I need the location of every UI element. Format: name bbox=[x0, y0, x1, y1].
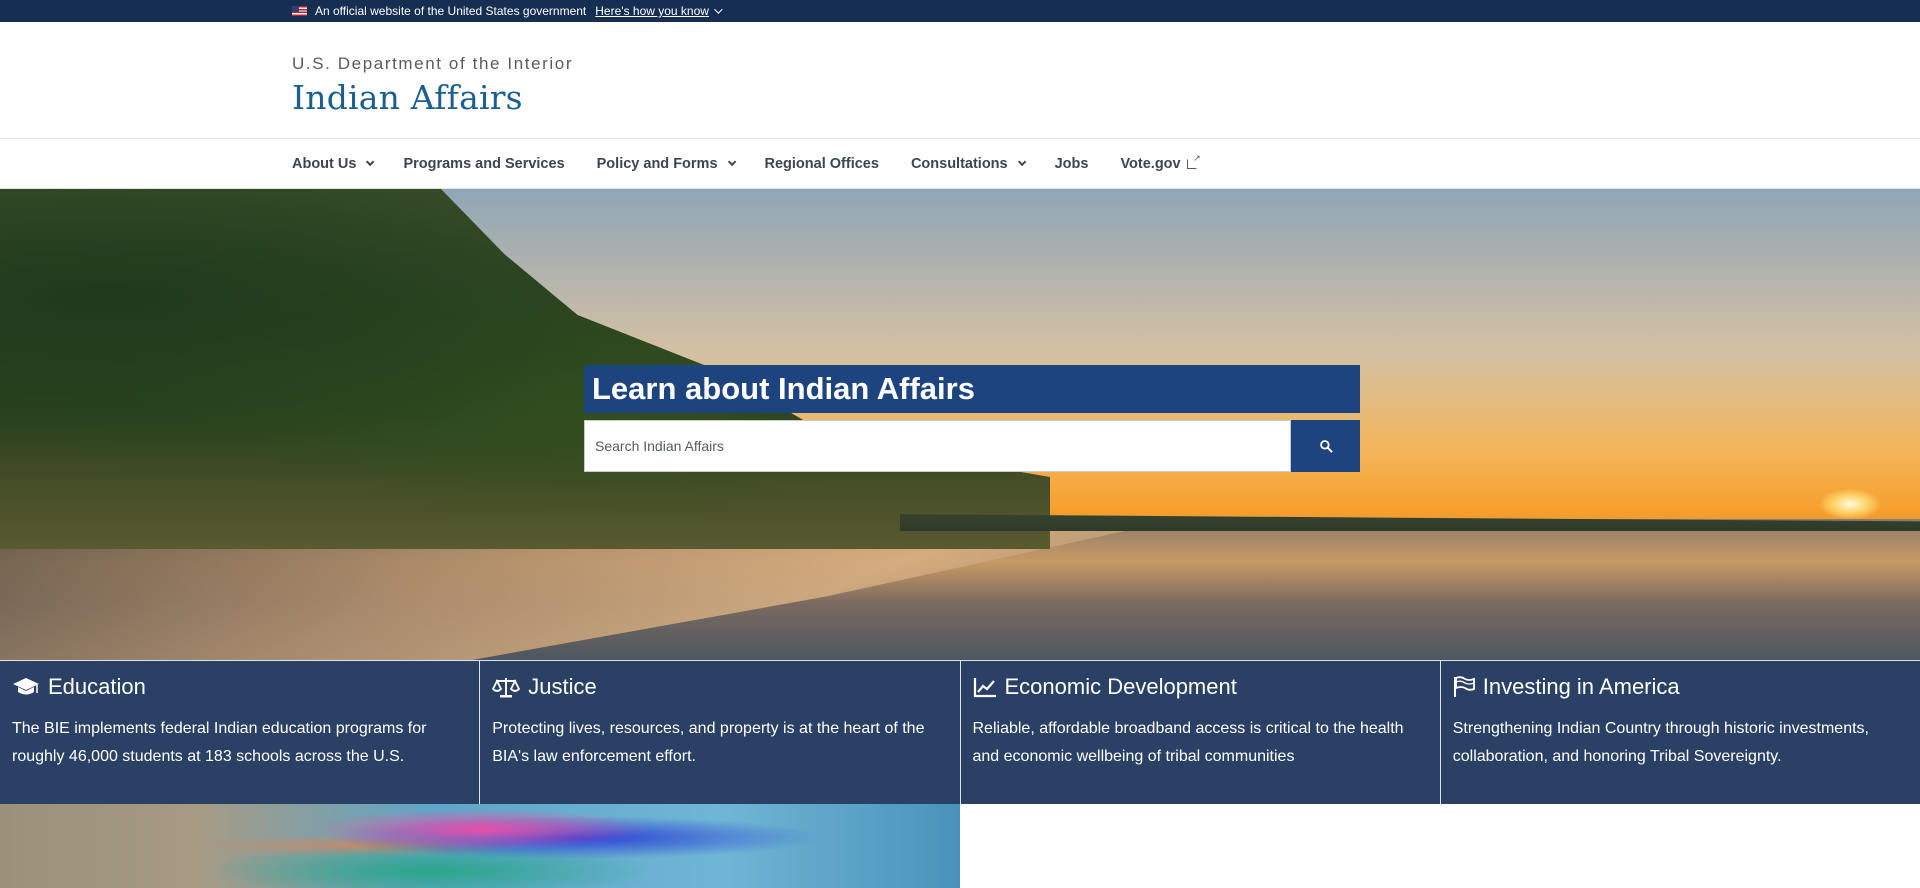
card-investing-in-america[interactable]: Investing in America Strengthening India… bbox=[1440, 660, 1920, 804]
card-heading: Justice bbox=[492, 671, 947, 703]
heres-how-you-know-label: Here's how you know bbox=[595, 4, 709, 18]
card-education[interactable]: Education The BIE implements federal Ind… bbox=[0, 660, 481, 804]
nav-item-label: Consultations bbox=[910, 155, 1008, 172]
gov-banner: An official website of the United States… bbox=[0, 0, 1920, 22]
hero-search: Learn about Indian Affairs bbox=[584, 365, 1360, 472]
balance-scale-icon bbox=[492, 676, 521, 698]
card-title: Economic Development bbox=[1004, 674, 1237, 699]
nav-item-label: Vote.gov bbox=[1120, 155, 1181, 172]
hero-sun bbox=[1820, 489, 1880, 519]
search-input[interactable] bbox=[584, 420, 1291, 472]
featured-image[interactable] bbox=[0, 804, 960, 888]
featured-content-area bbox=[960, 804, 1920, 888]
chevron-down-icon bbox=[714, 5, 723, 14]
us-flag-icon bbox=[292, 6, 307, 16]
nav-item-label: Programs and Services bbox=[403, 155, 565, 172]
nav-item-label: About Us bbox=[292, 155, 357, 172]
hero-banner: Learn about Indian Affairs bbox=[0, 189, 1920, 660]
card-heading: Economic Development bbox=[973, 671, 1428, 703]
nav-item-policy-and-forms[interactable]: Policy and Forms bbox=[596, 155, 736, 172]
heres-how-you-know-link[interactable]: Here's how you know bbox=[595, 4, 723, 18]
nav-item-label: Jobs bbox=[1054, 155, 1089, 172]
card-title: Justice bbox=[528, 674, 597, 699]
card-heading: Investing in America bbox=[1453, 671, 1908, 703]
chevron-down-icon bbox=[366, 157, 375, 166]
gov-banner-text: An official website of the United States… bbox=[315, 4, 587, 18]
card-justice[interactable]: Justice Protecting lives, resources, and… bbox=[480, 660, 961, 804]
nav-item-about-us[interactable]: About Us bbox=[292, 155, 375, 172]
nav-item-programs-and-services[interactable]: Programs and Services bbox=[403, 156, 564, 172]
chevron-down-icon bbox=[727, 157, 736, 166]
nav-item-regional-offices[interactable]: Regional Offices bbox=[765, 156, 879, 172]
nav-item-consultations[interactable]: Consultations bbox=[910, 155, 1026, 172]
featured-content-strip bbox=[0, 804, 1920, 888]
nav-item-vote-gov[interactable]: Vote.gov bbox=[1120, 153, 1201, 172]
card-text: Protecting lives, resources, and propert… bbox=[492, 720, 925, 765]
card-economic-development[interactable]: Economic Development Reliable, affordabl… bbox=[960, 660, 1441, 804]
hero-title: Learn about Indian Affairs bbox=[584, 365, 1360, 413]
card-text: Reliable, affordable broadband access is… bbox=[972, 720, 1404, 765]
search-button[interactable] bbox=[1291, 420, 1360, 472]
feature-cards: Education The BIE implements federal Ind… bbox=[0, 660, 1920, 804]
nav-item-label: Regional Offices bbox=[764, 155, 879, 172]
card-title: Investing in America bbox=[1482, 674, 1680, 699]
card-text: The BIE implements federal Indian educat… bbox=[12, 720, 427, 765]
search-icon bbox=[1319, 440, 1333, 453]
nav-item-jobs[interactable]: Jobs bbox=[1055, 156, 1089, 172]
line-chart-icon bbox=[973, 676, 997, 698]
card-title: Education bbox=[48, 674, 146, 699]
search-row bbox=[584, 420, 1360, 472]
card-text: Strengthening Indian Country through his… bbox=[1452, 720, 1869, 765]
graduation-cap-icon bbox=[12, 676, 40, 698]
primary-nav: About Us Programs and Services Policy an… bbox=[0, 139, 1920, 189]
site-title-link[interactable]: Indian Affairs bbox=[292, 78, 1920, 117]
department-name: U.S. Department of the Interior bbox=[292, 54, 574, 73]
card-heading: Education bbox=[12, 671, 467, 703]
nav-item-label: Policy and Forms bbox=[596, 155, 718, 172]
external-link-icon bbox=[1186, 153, 1201, 169]
site-header: U.S. Department of the Interior Indian A… bbox=[0, 22, 1920, 139]
flag-icon bbox=[1453, 676, 1475, 698]
chevron-down-icon bbox=[1017, 157, 1026, 166]
